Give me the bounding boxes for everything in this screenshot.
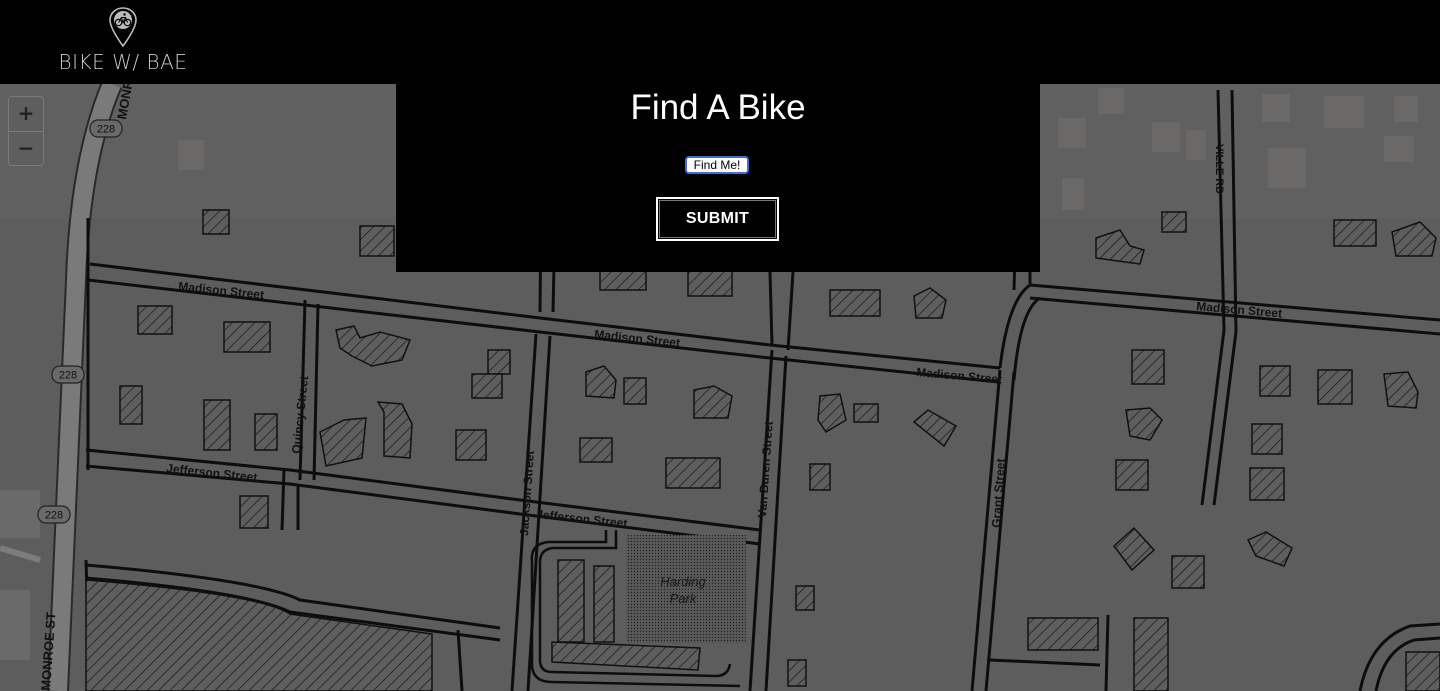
- zoom-out-button[interactable]: −: [9, 132, 43, 165]
- svg-text:228: 228: [45, 510, 63, 522]
- svg-text:228: 228: [97, 124, 115, 136]
- submit-button[interactable]: SUBMIT: [656, 197, 779, 241]
- route-shield-3: 228: [37, 505, 71, 524]
- top-header: BIKE W/ BAE: [0, 0, 1440, 84]
- find-bike-panel: Find A Bike Find Me! SUBMIT: [396, 84, 1040, 272]
- find-me-button[interactable]: Find Me!: [685, 156, 749, 174]
- map-zoom-control: + −: [8, 96, 44, 166]
- park-label-line1: Harding: [660, 574, 706, 589]
- street-label-ville-rd: VILLE RD: [1213, 144, 1225, 194]
- svg-text:228: 228: [59, 370, 77, 382]
- brand-name: BIKE W/ BAE: [58, 50, 188, 74]
- bike-location-pin-icon: [109, 7, 137, 48]
- route-shield-1: 228: [89, 119, 123, 138]
- panel-title: Find A Bike: [630, 88, 806, 127]
- brand-logo[interactable]: BIKE W/ BAE: [58, 6, 188, 74]
- route-shield-2: 228: [51, 365, 85, 384]
- park-label-line2: Park: [670, 591, 698, 606]
- zoom-in-button[interactable]: +: [9, 97, 43, 132]
